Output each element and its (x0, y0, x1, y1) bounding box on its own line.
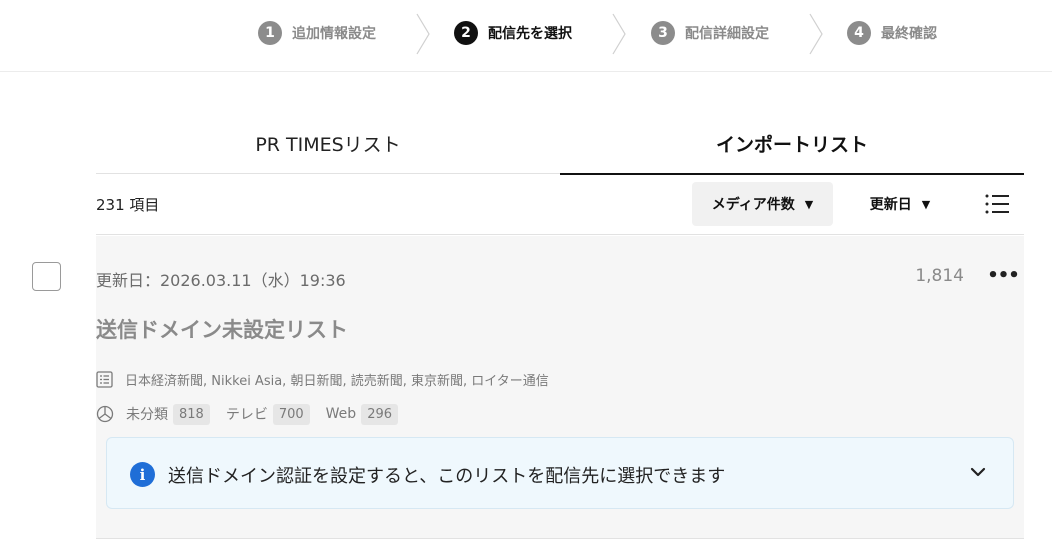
tab-pr-times-list[interactable]: PR TIMESリスト (96, 112, 560, 174)
category-label: Web (325, 406, 357, 422)
media-names: 日本経済新聞, Nikkei Asia, 朝日新聞, 読売新聞, 東京新聞, ロ… (96, 370, 549, 389)
tab-import-list[interactable]: インポートリスト (560, 112, 1024, 175)
list-item: 更新日：2026.03.11（水）19:36 1,814 ••• 送信ドメイン未… (96, 236, 1024, 539)
step-2: 2 配信先を選択 (454, 21, 572, 45)
media-count: 1,814 (915, 266, 964, 286)
sort-date-label: 更新日 (869, 197, 912, 213)
progress-stepper: 1 追加情報設定 2 配信先を選択 3 配信詳細設定 4 最終確認 (0, 0, 1052, 72)
notice-text: 送信ドメイン認証を設定すると、このリストを配信先に選択できます (168, 466, 726, 487)
chevron-down-icon[interactable] (968, 462, 988, 482)
step-4-label: 最終確認 (881, 26, 937, 42)
step-separator-icon (612, 13, 626, 55)
sort-by-media-count-button[interactable]: メディア件数 ▼ (692, 182, 833, 226)
row-checkbox[interactable] (32, 262, 61, 291)
media-names-text: 日本経済新聞, Nikkei Asia, 朝日新聞, 読売新聞, 東京新聞, ロ… (125, 374, 549, 389)
list-toolbar: 231 項目 メディア件数 ▼ 更新日 ▼ (96, 174, 1024, 235)
step-4: 4 最終確認 (847, 21, 937, 45)
list-view-icon[interactable] (984, 192, 1010, 216)
info-icon: i (130, 462, 155, 487)
step-2-label: 配信先を選択 (488, 26, 572, 42)
step-3-number: 3 (651, 21, 675, 45)
category-count: 296 (361, 403, 399, 425)
step-1-number: 1 (258, 21, 282, 45)
category-count: 818 (173, 403, 210, 425)
item-count: 231 項目 (96, 196, 160, 214)
updated-date: 更新日：2026.03.11（水）19:36 (96, 271, 346, 290)
pie-chart-icon (96, 405, 114, 423)
list-doc-icon (96, 371, 113, 388)
step-3: 3 配信詳細設定 (651, 21, 769, 45)
list-tabs: PR TIMESリスト インポートリスト (96, 112, 1024, 175)
step-separator-icon (416, 13, 430, 55)
category-breakdown: 未分類 818 テレビ 700 Web 296 (96, 402, 414, 426)
domain-auth-notice[interactable]: i 送信ドメイン認証を設定すると、このリストを配信先に選択できます (106, 437, 1014, 509)
sort-by-updated-button[interactable]: 更新日 ▼ (852, 182, 948, 226)
caret-down-icon: ▼ (921, 197, 931, 211)
step-4-number: 4 (847, 21, 871, 45)
more-options-icon[interactable]: ••• (987, 262, 1020, 288)
step-3-label: 配信詳細設定 (685, 26, 769, 42)
caret-down-icon: ▼ (804, 197, 814, 211)
step-2-number: 2 (454, 21, 478, 45)
sort-media-label: メディア件数 (711, 197, 795, 213)
step-1: 1 追加情報設定 (258, 21, 376, 45)
category-label: テレビ (225, 407, 268, 423)
category-label: 未分類 (126, 407, 168, 423)
step-separator-icon (809, 13, 823, 55)
list-title: 送信ドメイン未設定リスト (96, 318, 348, 342)
step-1-label: 追加情報設定 (292, 26, 376, 42)
category-count: 700 (272, 403, 310, 425)
